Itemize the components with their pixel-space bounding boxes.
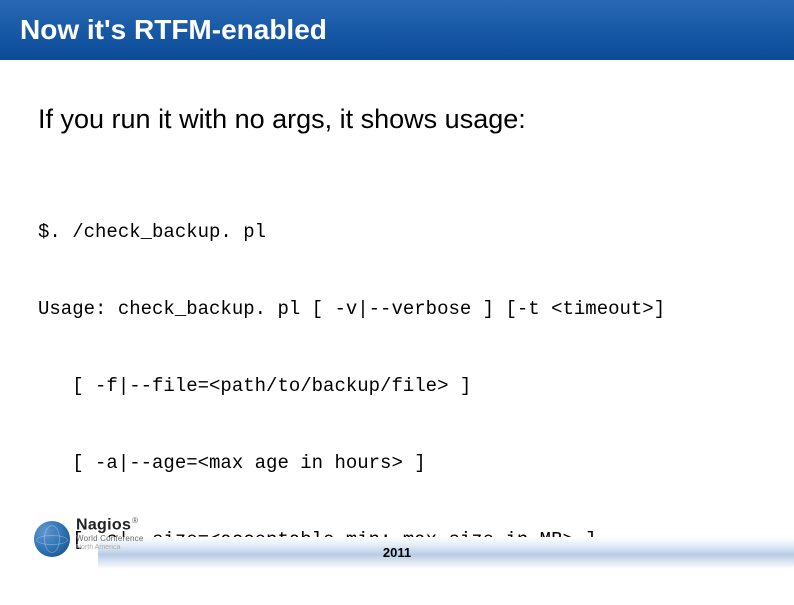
code-line: Usage: check_backup. pl [ -v|--verbose ]… xyxy=(38,297,756,323)
footer-bar xyxy=(98,537,794,569)
logo-subtitle: World Conference xyxy=(76,535,144,543)
slide-title: Now it's RTFM-enabled xyxy=(20,14,327,46)
logo-subtitle2: North America xyxy=(76,544,144,551)
title-bar: Now it's RTFM-enabled xyxy=(0,0,794,60)
logo-text: Nagios® World Conference North America xyxy=(76,517,144,551)
code-line: [ -a|--age=<max age in hours> ] xyxy=(38,451,756,477)
slide-footer: 2011 Nagios® World Conference North Amer… xyxy=(0,515,794,577)
nagios-logo: Nagios® World Conference North America xyxy=(34,517,154,573)
code-line: $. /check_backup. pl xyxy=(38,220,756,246)
logo-name: Nagios® xyxy=(76,517,144,533)
footer-year: 2011 xyxy=(383,545,411,560)
slide-subtitle: If you run it with no args, it shows usa… xyxy=(38,104,756,135)
globe-icon xyxy=(34,521,70,557)
code-line: [ -f|--file=<path/to/backup/file> ] xyxy=(38,374,756,400)
